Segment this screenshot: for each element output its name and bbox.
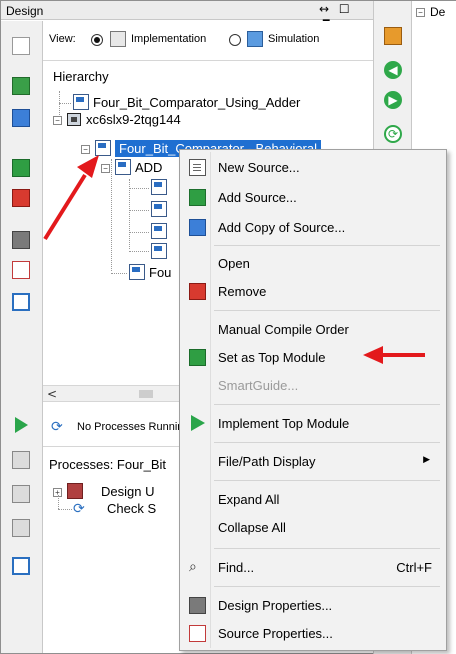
design-panel-titlebar: Design ↔ ☐ 🗗 ✕ <box>1 1 373 32</box>
child-fou-name: Fou <box>149 265 172 280</box>
process-step-icon[interactable] <box>12 451 30 469</box>
vhdl-file-icon <box>151 223 167 239</box>
refresh-icon[interactable]: ⟳ <box>51 419 63 435</box>
menu-item-add-copy[interactable]: Add Copy of Source... <box>182 214 444 240</box>
source-properties-icon[interactable] <box>12 261 30 279</box>
properties-icon[interactable] <box>12 231 30 249</box>
menu-item-source-properties[interactable]: Source Properties... <box>182 620 444 646</box>
new-source-icon <box>189 159 206 176</box>
panel-title: Design <box>6 4 44 18</box>
remove-icon <box>189 283 206 300</box>
vhdl-file-icon <box>95 140 111 156</box>
design-utilities-icon <box>67 483 83 499</box>
implementation-radio[interactable] <box>91 34 103 46</box>
tree-item-child-fou[interactable]: Fou <box>129 264 171 284</box>
top-module-icon <box>189 349 206 366</box>
window-icon[interactable] <box>12 293 30 311</box>
process-step-icon[interactable] <box>12 485 30 503</box>
menu-item-new-source[interactable]: New Source... <box>182 154 444 180</box>
add-copy-icon <box>189 219 206 236</box>
menu-item-implement-top-module[interactable]: Implement Top Module <box>182 410 444 436</box>
view-selector: View: Implementation Simulation <box>43 21 373 61</box>
refresh-icon: ⟳ <box>73 501 85 517</box>
menu-item-remove[interactable]: Remove <box>182 278 444 304</box>
tree-item-device[interactable]: − xc6slx9-2tqg144 <box>53 112 181 132</box>
menu-item-smartguide: SmartGuide... <box>218 378 299 393</box>
simulation-radio[interactable] <box>229 34 241 46</box>
menu-item-find[interactable]: ⌕ Find... Ctrl+F <box>182 554 444 580</box>
tree-item-subfile[interactable] <box>151 179 171 199</box>
menu-item-file-path-display[interactable]: File/Path Display ▶ <box>182 448 444 474</box>
vhdl-file-icon <box>151 243 167 259</box>
tree-item-subfile[interactable] <box>151 201 171 221</box>
scroll-thumb[interactable] <box>139 390 153 398</box>
menu-item-open[interactable]: Open <box>182 250 444 276</box>
implementation-icon <box>110 31 126 47</box>
project-file-icon <box>73 94 89 110</box>
find-shortcut: Ctrl+F <box>396 560 432 575</box>
tree-item-project[interactable]: Four_Bit_Comparator_Using_Adder <box>73 94 300 114</box>
source-properties-icon <box>189 625 206 642</box>
context-menu: New Source... Add Source... Add Copy of … <box>179 149 447 651</box>
menu-item-set-top-module[interactable]: Set as Top Module <box>182 344 444 370</box>
simulation-label[interactable]: Simulation <box>268 33 319 45</box>
hierarchy-icon[interactable] <box>12 159 30 177</box>
child-add-name: ADD <box>135 160 163 175</box>
window-icon[interactable] <box>12 557 30 575</box>
remove-icon[interactable] <box>12 189 30 207</box>
process-step-icon[interactable] <box>12 519 30 537</box>
ise-window: Design ↔ ☐ 🗗 ✕ View: Implementation Simu… <box>0 0 456 654</box>
scroll-left-icon[interactable]: < <box>47 387 57 401</box>
menu-item-add-source[interactable]: Add Source... <box>182 184 444 210</box>
vhdl-file-icon <box>115 159 131 175</box>
collapse-icon[interactable]: − <box>101 164 110 173</box>
new-file-icon[interactable] <box>12 37 30 55</box>
implementation-label[interactable]: Implementation <box>131 33 206 45</box>
binoculars-icon: ⌕ <box>189 559 197 575</box>
project-name: Four_Bit_Comparator_Using_Adder <box>93 95 301 110</box>
process-item-1-label: Design U <box>101 484 155 499</box>
device-name: xc6slx9-2tqg144 <box>86 112 181 127</box>
menu-item-design-properties[interactable]: Design Properties... <box>182 592 444 618</box>
menu-item-expand-all[interactable]: Expand All <box>182 486 444 512</box>
menu-item-collapse-all[interactable]: Collapse All <box>182 514 444 540</box>
hierarchy-header: Hierarchy <box>53 69 109 84</box>
tree-item-subfile[interactable] <box>151 243 171 263</box>
add-source-icon <box>189 189 206 206</box>
process-item-design[interactable]: + Design U <box>53 483 154 503</box>
process-item-2-label: Check S <box>107 501 157 516</box>
vhdl-file-icon <box>151 179 167 195</box>
collapse-icon[interactable]: − <box>53 116 62 125</box>
design-toolbar <box>1 21 43 407</box>
menu-item-manual-compile-order[interactable]: Manual Compile Order <box>182 316 444 342</box>
submenu-arrow-icon: ▶ <box>423 454 430 464</box>
processes-header: Processes: Four_Bit <box>49 457 167 472</box>
refresh-icon[interactable]: ⟳ <box>384 125 402 143</box>
chip-icon <box>67 113 81 126</box>
tree-item-child-add[interactable]: − ADD <box>101 159 162 179</box>
process-toolbar <box>1 407 43 653</box>
add-copy-icon[interactable] <box>12 109 30 127</box>
process-status-text: No Processes Running <box>77 421 190 433</box>
design-properties-icon <box>189 597 206 614</box>
tree-item-subfile[interactable] <box>151 223 171 243</box>
vhdl-file-icon <box>151 201 167 217</box>
view-label: View: <box>49 33 76 45</box>
simulation-icon <box>247 31 263 47</box>
collapse-icon[interactable]: − <box>81 145 90 154</box>
collapse-icon[interactable]: − <box>416 8 425 17</box>
right-pane-title: De <box>430 5 446 19</box>
forward-arrow-icon[interactable]: ▶ <box>384 91 402 109</box>
ucf-file-icon <box>129 264 145 280</box>
right-pane-tree: − De <box>416 5 445 19</box>
run-icon[interactable] <box>15 417 28 433</box>
add-source-icon[interactable] <box>12 77 30 95</box>
home-icon[interactable] <box>384 27 402 45</box>
back-arrow-icon[interactable]: ◀ <box>384 61 402 79</box>
process-item-check[interactable]: ⟳ Check S <box>73 501 156 521</box>
play-icon <box>191 415 205 431</box>
